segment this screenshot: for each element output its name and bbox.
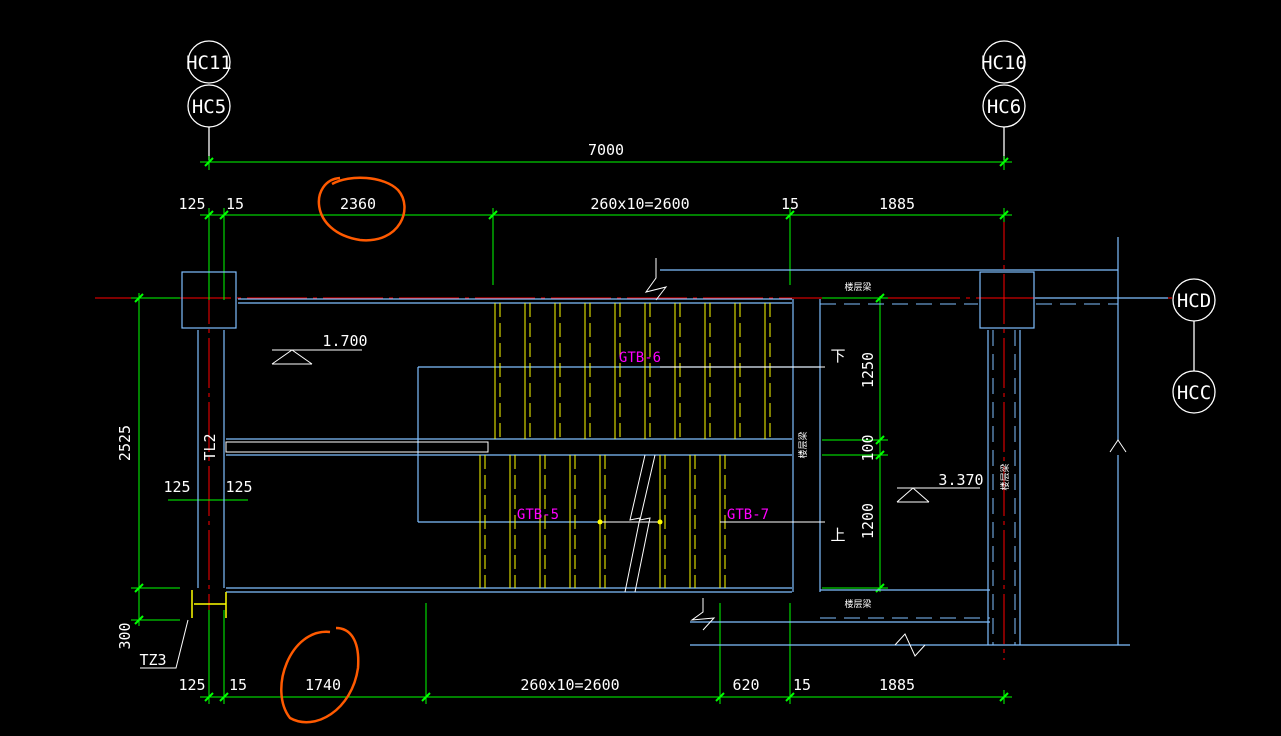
tl2-label: TL2 xyxy=(201,433,219,460)
landing-strips xyxy=(225,441,489,453)
floor-beam-label-right: 楼层梁 xyxy=(999,463,1011,490)
dim-top-125: 125 xyxy=(178,195,205,213)
dim-bottom-620: 620 xyxy=(732,676,759,694)
axis-hc10: HC10 xyxy=(981,52,1027,74)
upper-flight-treads xyxy=(494,303,766,439)
dim-left-300: 300 xyxy=(116,622,134,649)
floor-beam-label-mid: 楼层梁 xyxy=(797,431,809,458)
flight-arrows xyxy=(600,366,825,523)
dim-bottom-1885: 1885 xyxy=(879,676,915,694)
stair-plan-drawing: HC11 HC5 HC10 HC6 HCD HCC 7000 125 15 23… xyxy=(95,40,1216,724)
flight-label-lower-left: GTB-5 xyxy=(517,507,559,523)
dim-left-w1: 125 xyxy=(163,478,190,496)
arrow-start-dot xyxy=(597,519,603,525)
floor-beam-label-top: 楼层梁 xyxy=(844,281,871,293)
dim-top-15: 15 xyxy=(226,195,244,213)
elevation-marker-left xyxy=(271,349,362,365)
arrow-end-dot xyxy=(657,519,663,525)
dim-left-2525: 2525 xyxy=(116,425,134,461)
dimension-ticks xyxy=(134,157,1009,702)
dim-bottom-15b: 15 xyxy=(793,676,811,694)
axis-hc11: HC11 xyxy=(186,52,232,74)
axis-hc5: HC5 xyxy=(192,96,226,118)
axis-hcc: HCC xyxy=(1177,382,1211,404)
dim-bottom-steps: 260x10=2600 xyxy=(520,676,619,694)
axis-hc6: HC6 xyxy=(987,96,1021,118)
dim-bottom-15: 15 xyxy=(229,676,247,694)
axis-bubbles xyxy=(187,40,1216,414)
dim-right-1250: 1250 xyxy=(859,352,877,388)
down-mark: 下 xyxy=(830,347,845,365)
dim-top-steps: 260x10=2600 xyxy=(590,195,689,213)
axis-hcd: HCD xyxy=(1177,290,1211,312)
dim-top-1885: 1885 xyxy=(879,195,915,213)
dim-bottom-125: 125 xyxy=(178,676,205,694)
flight-label-lower-right: GTB-7 xyxy=(727,507,769,523)
markup-circles xyxy=(280,176,406,724)
tz3-label: TZ3 xyxy=(139,651,166,669)
dim-right-1200: 1200 xyxy=(859,503,877,539)
flight-label-upper: GTB-6 xyxy=(619,350,661,366)
up-mark: 上 xyxy=(830,526,845,544)
floor-beam-label-bottom: 楼层梁 xyxy=(844,598,871,610)
dim-left-w2: 125 xyxy=(225,478,252,496)
elevation-left: 1.700 xyxy=(322,332,367,350)
dim-bottom-1740: 1740 xyxy=(305,676,341,694)
upper-flight-tread-dashes xyxy=(499,303,771,439)
dim-top-2360: 2360 xyxy=(340,195,376,213)
elevation-marker-right xyxy=(896,487,980,503)
dim-overall: 7000 xyxy=(588,141,624,159)
dim-right-100: 100 xyxy=(859,434,877,461)
dim-top-15b: 15 xyxy=(781,195,799,213)
elevation-right: 3.370 xyxy=(938,471,983,489)
